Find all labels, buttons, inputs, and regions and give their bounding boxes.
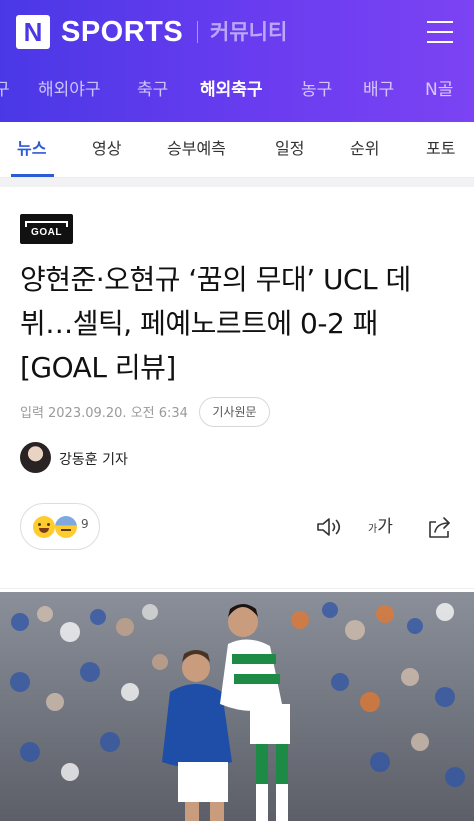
sport-nav-item-basketball[interactable]: 농구 [301,72,332,108]
sport-nav-item-golf[interactable]: N골 [425,72,453,108]
article-title: 양현준·오현규 ‘꿈의 무대’ UCL 데 뷔…셀틱, 페예노르트에 0-2 패… [20,258,460,390]
smile-emoji-icon [33,516,55,538]
font-size-button[interactable]: 가가 [368,515,393,539]
tab-news[interactable]: 뉴스 [17,122,46,177]
reaction-count: 9 [81,517,89,531]
sports-brand[interactable]: SPORTS [61,14,183,50]
article-title-line: 뷔…셀틱, 페예노르트에 0-2 패 [20,307,378,340]
sport-category-nav: 구 해외야구 축구 해외축구 농구 배구 N골 [0,72,474,108]
article-title-line: 양현준·오현규 ‘꿈의 무대’ UCL 데 [20,263,411,296]
press-logo-text: GOAL [31,227,62,238]
tab-ranking[interactable]: 순위 [350,122,379,177]
reporter-avatar[interactable] [20,442,51,473]
font-size-small-label: 가 [368,524,378,535]
article-photo[interactable] [0,592,474,821]
sad-emoji-icon [55,516,77,538]
app-header: N SPORTS 커뮤니티 구 해외야구 축구 해외축구 농구 배구 N골 [0,0,474,122]
share-icon[interactable] [425,514,453,540]
article-title-line: [GOAL 리뷰] [20,351,176,384]
tab-prediction[interactable]: 승부예측 [167,122,226,177]
published-label: 입력 [20,406,44,421]
photo-scene [0,592,474,821]
naver-logo[interactable]: N [16,15,50,49]
active-tab-indicator [11,174,54,177]
tab-video[interactable]: 영상 [92,122,121,177]
reporter-name[interactable]: 강동훈 기자 [59,449,128,469]
hamburger-icon[interactable] [427,21,455,43]
font-size-big-label: 가 [377,517,393,537]
brand-divider [197,21,198,43]
press-logo-goal[interactable]: GOAL [20,214,73,244]
content-tabs: 뉴스 영상 승부예측 일정 순위 포토 [0,122,474,178]
community-link[interactable]: 커뮤니티 [210,16,287,48]
original-article-button[interactable]: 기사원문 [199,397,270,427]
sport-nav-item-overseas-baseball[interactable]: 해외야구 [38,72,101,108]
sport-nav-item-overseas-soccer[interactable]: 해외축구 [200,72,263,108]
sport-nav-item-soccer[interactable]: 축구 [137,72,168,108]
sport-nav-item-baseball[interactable]: 구 [0,72,10,108]
section-divider [0,178,474,187]
sport-nav-item-volleyball[interactable]: 배구 [363,72,394,108]
tab-schedule[interactable]: 일정 [275,122,304,177]
tab-photo[interactable]: 포토 [426,122,455,177]
speaker-icon[interactable] [315,515,343,539]
photo-divider [0,588,474,589]
published-date: 2023.09.20. 오전 6:34 [48,406,188,421]
